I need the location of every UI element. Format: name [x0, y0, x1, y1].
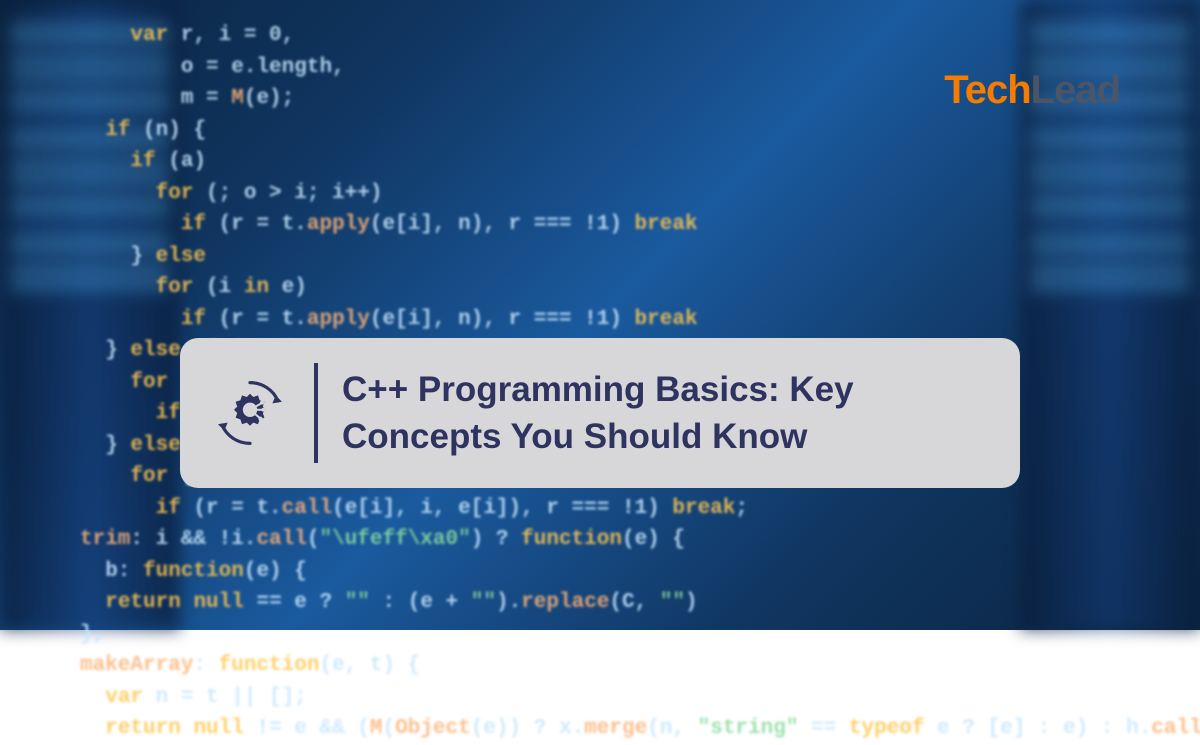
title-card: C++ Programming Basics: Key Concepts You… [180, 338, 1020, 488]
article-title: C++ Programming Basics: Key Concepts You… [342, 366, 990, 461]
gear-circuit-icon [210, 373, 290, 453]
brand-logo: TechLead [944, 68, 1120, 113]
title-divider [314, 363, 318, 463]
brand-part1: Tech [944, 68, 1030, 112]
brand-part2: Lead [1031, 68, 1120, 112]
